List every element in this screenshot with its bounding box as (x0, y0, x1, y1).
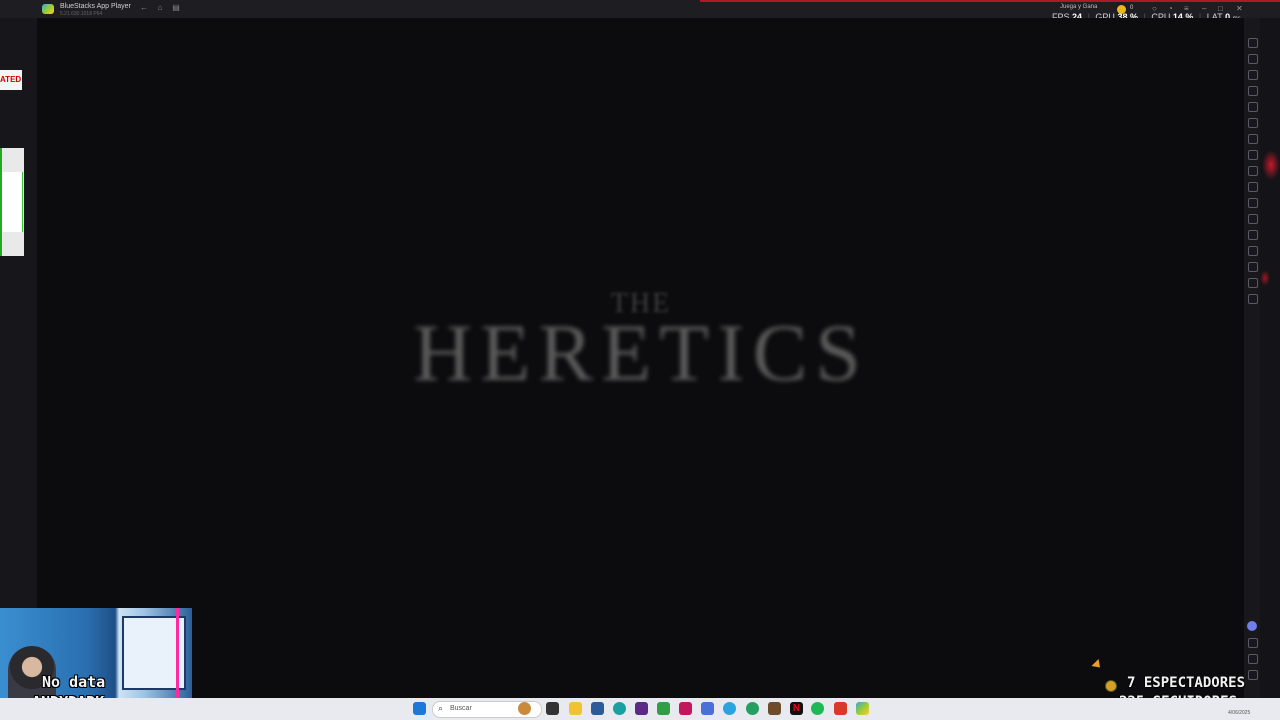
sidebar-media-icon[interactable] (1248, 198, 1258, 208)
search-icon: ⌕ (438, 703, 444, 713)
desktop-window-thumbnail-2[interactable] (0, 148, 24, 256)
coin-count: 0 (1130, 5, 1134, 11)
background-glow (1262, 150, 1280, 180)
edge-browser-icon[interactable] (613, 702, 626, 715)
excel-icon[interactable] (657, 702, 670, 715)
sidebar-refresh-icon[interactable] (1248, 294, 1258, 304)
desktop-window-thumbnail[interactable]: ATED (0, 70, 22, 90)
game-logo-title: Heretics (413, 307, 869, 398)
sidebar-sync-icon[interactable] (1248, 102, 1258, 112)
sidebar-back-icon[interactable] (1248, 654, 1258, 664)
sidebar-folder-icon[interactable] (1248, 262, 1258, 272)
file-explorer-icon[interactable] (569, 702, 582, 715)
thumbnail-text: ATED (0, 75, 22, 84)
app-title: BlueStacks App Player (60, 3, 131, 10)
search-placeholder: Buscar (450, 705, 472, 712)
sidebar-rotate-icon[interactable] (1248, 86, 1258, 96)
sidebar-home-icon[interactable] (1248, 670, 1258, 680)
background-desktop-strip (0, 18, 37, 608)
sidebar-macro-icon[interactable] (1248, 118, 1258, 128)
sidebar-gamepad-icon[interactable] (1248, 70, 1258, 80)
sidebar-volume-icon[interactable] (1248, 38, 1258, 48)
netflix-icon[interactable]: N (790, 702, 803, 715)
title-accent-line (700, 0, 1280, 2)
sidebar-keyboard-icon[interactable] (1248, 54, 1258, 64)
task-view-icon[interactable] (546, 702, 559, 715)
sidebar-record-icon[interactable] (1248, 166, 1258, 176)
spotify-icon[interactable] (811, 702, 824, 715)
sidebar-shake-icon[interactable] (1248, 230, 1258, 240)
sidebar-discord-icon[interactable] (1247, 621, 1257, 631)
sidebar-location-icon[interactable] (1248, 214, 1258, 224)
app-icon-red[interactable] (834, 702, 847, 715)
viewer-badge-icon (1105, 680, 1117, 692)
home-icon[interactable]: ⌂ (155, 3, 165, 13)
telegram-icon[interactable] (723, 702, 736, 715)
thumbnail-content (2, 172, 23, 232)
app-version: 5.21.630.1018 P64 (60, 11, 103, 17)
background-desktop-edge (1260, 18, 1280, 698)
app-icon-pink[interactable] (679, 702, 692, 715)
emulator-sidebar (1244, 18, 1260, 698)
bluestacks-logo-icon (42, 4, 54, 14)
obs-icon[interactable] (635, 702, 648, 715)
sidebar-screenshot-icon[interactable] (1248, 150, 1258, 160)
windows-taskbar: ⌕ Buscar N (0, 698, 1280, 720)
whatsapp-icon[interactable] (746, 702, 759, 715)
store-icon[interactable] (591, 702, 604, 715)
taskbar-date: 4/06/2025 (1228, 710, 1251, 716)
promo-label[interactable]: Juega y Gana (1060, 4, 1097, 10)
app-icon-blue[interactable] (701, 702, 714, 715)
back-icon[interactable]: ← (139, 3, 149, 13)
viewer-count: 7 ESPECTADORES (1127, 675, 1246, 691)
bluestacks-taskbar-icon[interactable] (856, 702, 869, 715)
webcam-status-text: No data (42, 673, 106, 691)
sidebar-multi-instance-icon[interactable] (1248, 134, 1258, 144)
recent-apps-icon[interactable]: ▤ (171, 3, 181, 13)
sidebar-layers-icon[interactable] (1248, 278, 1258, 288)
sidebar-eco-icon[interactable] (1248, 182, 1258, 192)
start-menu-icon[interactable] (413, 702, 426, 715)
sidebar-install-apk-icon[interactable] (1248, 246, 1258, 256)
minecraft-icon[interactable] (768, 702, 781, 715)
game-viewport[interactable]: THE Heretics (38, 18, 1244, 698)
widgets-icon[interactable] (518, 702, 531, 715)
sidebar-settings-icon[interactable] (1248, 638, 1258, 648)
background-glow (1260, 270, 1270, 286)
